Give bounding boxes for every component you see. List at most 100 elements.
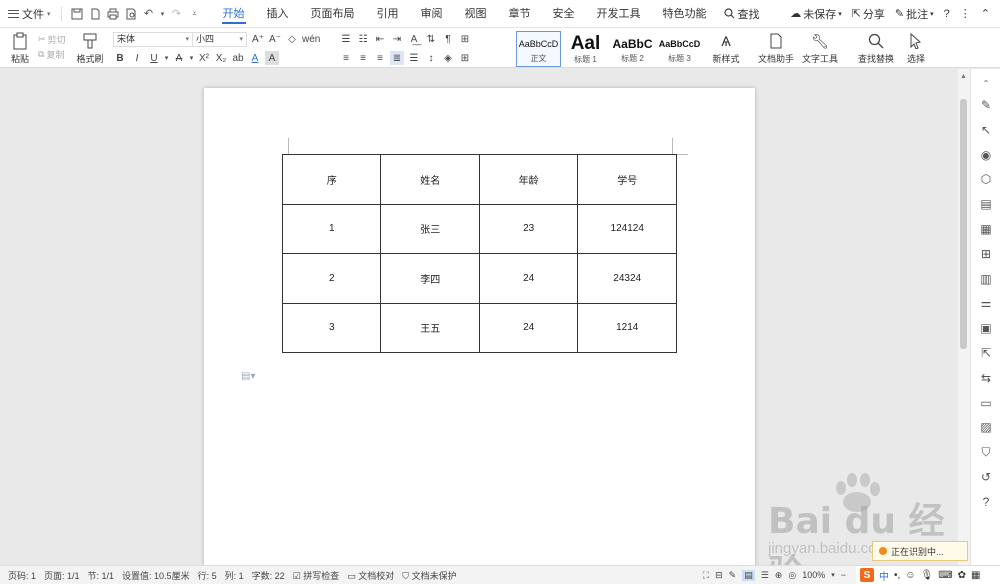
- tools-icon[interactable]: ▦: [971, 570, 980, 581]
- zoom-level[interactable]: 100%: [802, 570, 825, 580]
- strikethrough-icon[interactable]: A: [172, 51, 186, 65]
- cursor-icon[interactable]: ↖: [978, 122, 994, 138]
- style-heading-2[interactable]: AaBbC 标题 2: [610, 31, 655, 67]
- collapse-icon[interactable]: ⌃: [978, 75, 994, 91]
- line-spacing-icon[interactable]: ↕: [424, 51, 438, 65]
- sliders-icon[interactable]: ⚌: [978, 295, 994, 311]
- more-options-icon[interactable]: ⋮: [960, 7, 971, 20]
- paste-options-icon[interactable]: ▤▾: [241, 371, 255, 382]
- word-count[interactable]: 字数: 22: [252, 569, 285, 582]
- char-shading-icon[interactable]: A: [265, 51, 279, 65]
- save-icon[interactable]: [70, 7, 84, 21]
- table-cell[interactable]: 学号: [577, 154, 677, 205]
- superscript-icon[interactable]: X²: [197, 51, 211, 65]
- phonetic-guide-icon[interactable]: wén: [302, 32, 320, 46]
- scroll-up-icon[interactable]: ▲: [960, 73, 967, 80]
- table-cell[interactable]: 24: [478, 302, 579, 353]
- picture-icon[interactable]: ▨: [978, 419, 994, 435]
- format-painter-button[interactable]: 格式刷: [76, 31, 104, 65]
- outline-view-icon[interactable]: ☰: [761, 570, 769, 581]
- table-cell[interactable]: 124124: [577, 203, 677, 254]
- numbered-list-icon[interactable]: ☷: [356, 32, 370, 46]
- shapes-icon[interactable]: ⬡: [978, 171, 994, 187]
- image-icon[interactable]: ▣: [978, 320, 994, 336]
- chevron-down-icon[interactable]: ▾: [164, 51, 169, 65]
- zoom-slider[interactable]: −: [841, 570, 846, 580]
- underline-icon[interactable]: U: [147, 51, 161, 65]
- justify-icon[interactable]: ≣: [390, 51, 404, 65]
- scroll-thumb[interactable]: [960, 99, 967, 349]
- translate-icon[interactable]: ⇆: [978, 370, 994, 386]
- doc-assistant-button[interactable]: 文档助手: [758, 31, 794, 65]
- style-heading-3[interactable]: AaBbCcD 标题 3: [657, 31, 702, 67]
- protection-status[interactable]: ⛉ 文档未保护: [402, 569, 456, 582]
- shrink-font-icon[interactable]: A⁻: [268, 32, 282, 46]
- subscript-icon[interactable]: X₂: [214, 51, 228, 65]
- style-normal[interactable]: AaBbCcD 正文: [516, 31, 561, 67]
- new-style-button[interactable]: Ѧ 新样式: [712, 31, 740, 65]
- history-icon[interactable]: ↺: [978, 469, 994, 485]
- redo-icon[interactable]: ↷: [170, 7, 184, 21]
- section-info[interactable]: 节: 1/1: [88, 569, 115, 582]
- table-cell[interactable]: 2: [281, 253, 382, 304]
- table-cell[interactable]: 序: [281, 154, 382, 205]
- tab-insert[interactable]: 插入: [256, 0, 300, 28]
- font-size-select[interactable]: 小四 ▾: [192, 32, 247, 47]
- tab-developer[interactable]: 开发工具: [586, 0, 652, 28]
- archive-icon[interactable]: ▭: [978, 395, 994, 411]
- vertical-scrollbar[interactable]: ▲ ▼: [958, 69, 970, 565]
- print-icon[interactable]: [106, 7, 120, 21]
- find-replace-button[interactable]: 查找替换: [858, 31, 894, 65]
- cut-button[interactable]: ✂ 剪切: [38, 32, 66, 47]
- undo-dropdown-icon[interactable]: ▾: [160, 7, 166, 21]
- table-cell[interactable]: 张三: [380, 203, 480, 254]
- align-center-icon[interactable]: ≡: [356, 51, 370, 65]
- output-pdf-icon[interactable]: [88, 7, 102, 21]
- proofread-button[interactable]: ▭ 文档校对: [347, 569, 394, 582]
- data-table[interactable]: 序 姓名 年龄 学号 1 张三 23 124124 2 李四 24 24324 …: [281, 154, 677, 353]
- table-cell[interactable]: 姓名: [380, 154, 480, 205]
- style-heading-1[interactable]: Aal 标题 1: [563, 31, 608, 67]
- share-button[interactable]: ⇱ 分享: [852, 6, 885, 22]
- help-icon[interactable]: ?: [978, 494, 994, 510]
- page-number[interactable]: 页码: 1: [8, 569, 36, 582]
- undo-icon[interactable]: ↶: [142, 7, 156, 21]
- microphone-icon[interactable]: 🎙︎: [921, 570, 934, 581]
- table-cell[interactable]: 李四: [380, 253, 480, 304]
- tab-review[interactable]: 审阅: [410, 0, 454, 28]
- shield-icon[interactable]: ⛉: [978, 444, 994, 460]
- sort-icon[interactable]: ⇅: [424, 32, 438, 46]
- bullet-list-icon[interactable]: ☰: [339, 32, 353, 46]
- column-info[interactable]: 列: 1: [225, 569, 244, 582]
- page-count[interactable]: 页面: 1/1: [44, 569, 80, 582]
- file-menu[interactable]: 文件 ▾: [0, 0, 57, 28]
- book-view-icon[interactable]: ⊟: [715, 570, 723, 581]
- tab-view[interactable]: 视图: [454, 0, 498, 28]
- highlight-icon[interactable]: ab: [231, 51, 245, 65]
- distribute-icon[interactable]: ☰: [407, 51, 421, 65]
- select-button[interactable]: 选择: [902, 31, 930, 65]
- tab-references[interactable]: 引用: [366, 0, 410, 28]
- emoji-icon[interactable]: ☺: [905, 570, 915, 581]
- table-cell[interactable]: 3: [281, 302, 382, 353]
- row-info[interactable]: 行: 5: [198, 569, 217, 582]
- increase-indent-icon[interactable]: ⇥: [390, 32, 404, 46]
- unsaved-status[interactable]: ☁ 未保存 ▾: [790, 6, 842, 22]
- decrease-indent-icon[interactable]: ⇤: [373, 32, 387, 46]
- table-cell[interactable]: 24: [478, 253, 579, 304]
- chevron-down-icon[interactable]: ▾: [831, 571, 835, 579]
- fullscreen-icon[interactable]: ⛶: [703, 570, 709, 581]
- table-cell[interactable]: 1214: [577, 302, 677, 353]
- help-button[interactable]: ?: [944, 8, 950, 20]
- chevron-down-icon[interactable]: ▾: [189, 51, 194, 65]
- show-marks-icon[interactable]: ¶: [441, 32, 455, 46]
- tab-page-layout[interactable]: 页面布局: [300, 0, 366, 28]
- print-preview-icon[interactable]: [124, 7, 138, 21]
- punctuation-icon[interactable]: •,: [894, 570, 900, 581]
- table-cell[interactable]: 王五: [380, 302, 480, 353]
- spell-check-button[interactable]: ☑ 拼写检查: [293, 569, 340, 582]
- text-tools-button[interactable]: 🔧︎ 文字工具: [802, 31, 838, 65]
- grow-font-icon[interactable]: A⁺: [251, 32, 265, 46]
- page-view-icon[interactable]: ▤: [742, 569, 755, 581]
- chinese-layout-icon[interactable]: A͟: [407, 32, 421, 46]
